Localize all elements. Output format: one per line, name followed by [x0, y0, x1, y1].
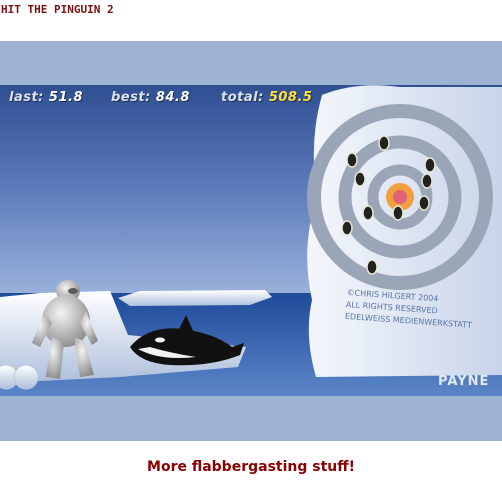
- far-ice-floe: [118, 290, 272, 306]
- brand-logo: PAYNE: [438, 374, 490, 389]
- hud-total-label: total:: [221, 90, 264, 105]
- game-scene[interactable]: [0, 85, 502, 396]
- hud-last-label: last:: [9, 90, 44, 105]
- bullseye-center: [393, 190, 407, 204]
- hud-best: best: 84.8: [111, 90, 190, 105]
- hud-last: last: 51.8: [9, 90, 83, 105]
- hud-best-value: 84.8: [155, 90, 190, 105]
- more-stuff-link[interactable]: More flabbergasting stuff!: [0, 459, 502, 475]
- hud-total-value: 508.5: [268, 90, 313, 105]
- hud-total: total: 508.5: [221, 90, 312, 105]
- hud-best-label: best:: [111, 90, 151, 105]
- game-canvas[interactable]: last: 51.8 best: 84.8 total: 508.5 ©CHRI…: [0, 85, 502, 396]
- target[interactable]: [307, 104, 493, 290]
- hud-last-value: 51.8: [48, 90, 83, 105]
- page-title: HIT THE PINGUIN 2: [1, 3, 114, 16]
- snowballs: [0, 364, 39, 390]
